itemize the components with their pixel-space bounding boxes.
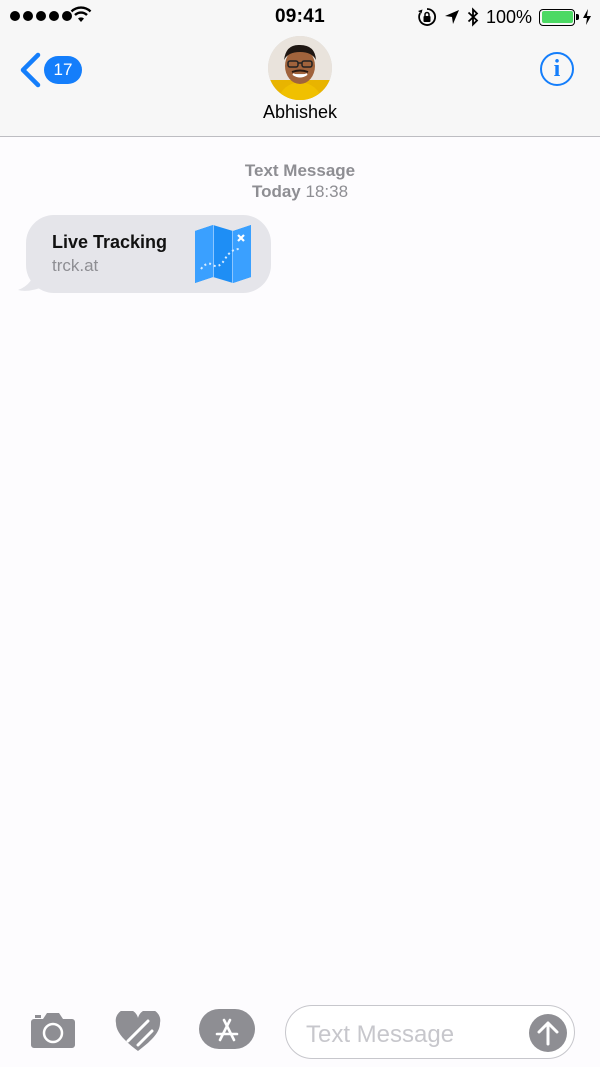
map-icon <box>195 225 251 283</box>
timestamp-line: Today 18:38 <box>0 181 600 202</box>
avatar-photo <box>268 36 332 100</box>
link-url: trck.at <box>52 256 99 275</box>
link-title: Live Tracking <box>52 232 168 252</box>
back-button[interactable]: 17 <box>18 52 82 88</box>
battery-percent: 100% <box>485 6 532 27</box>
chevron-left-icon <box>20 52 41 88</box>
status-right-group: 100% <box>417 5 592 29</box>
message-input[interactable]: Text Message <box>285 1005 575 1059</box>
composer-bar: Text Message <box>0 997 600 1067</box>
send-button[interactable] <box>529 1014 567 1052</box>
send-arrow-icon <box>537 1021 559 1046</box>
contact-name[interactable]: Abhishek <box>0 102 600 123</box>
battery-icon <box>539 8 579 26</box>
time-label: 18:38 <box>305 182 349 201</box>
app-store-button[interactable] <box>199 1009 255 1049</box>
orientation-lock-icon <box>417 8 436 26</box>
service-label: Text Message <box>244 161 356 180</box>
app-store-icon <box>215 1018 239 1042</box>
message-timestamp: Text Message Today 18:38 <box>0 160 600 202</box>
day-label: Today <box>251 182 301 201</box>
link-preview-bubble[interactable]: Live Tracking trck.at <box>26 215 271 293</box>
message-input-placeholder: Text Message <box>306 1021 455 1048</box>
bluetooth-icon <box>467 7 479 27</box>
status-bar: 09:41 100% <box>0 0 600 34</box>
info-button[interactable]: i <box>540 52 574 86</box>
location-arrow-icon <box>444 10 459 24</box>
charging-bolt-icon <box>583 9 591 25</box>
unread-count-badge: 17 <box>44 56 82 84</box>
avatar[interactable] <box>268 36 332 100</box>
camera-icon[interactable] <box>30 1011 76 1049</box>
digital-touch-heart-icon[interactable] <box>114 1011 162 1053</box>
nav-bar: 17 Abhishek i <box>0 34 600 137</box>
info-icon: i <box>553 55 561 82</box>
battery-tip <box>576 13 579 20</box>
battery-fill <box>541 11 573 23</box>
